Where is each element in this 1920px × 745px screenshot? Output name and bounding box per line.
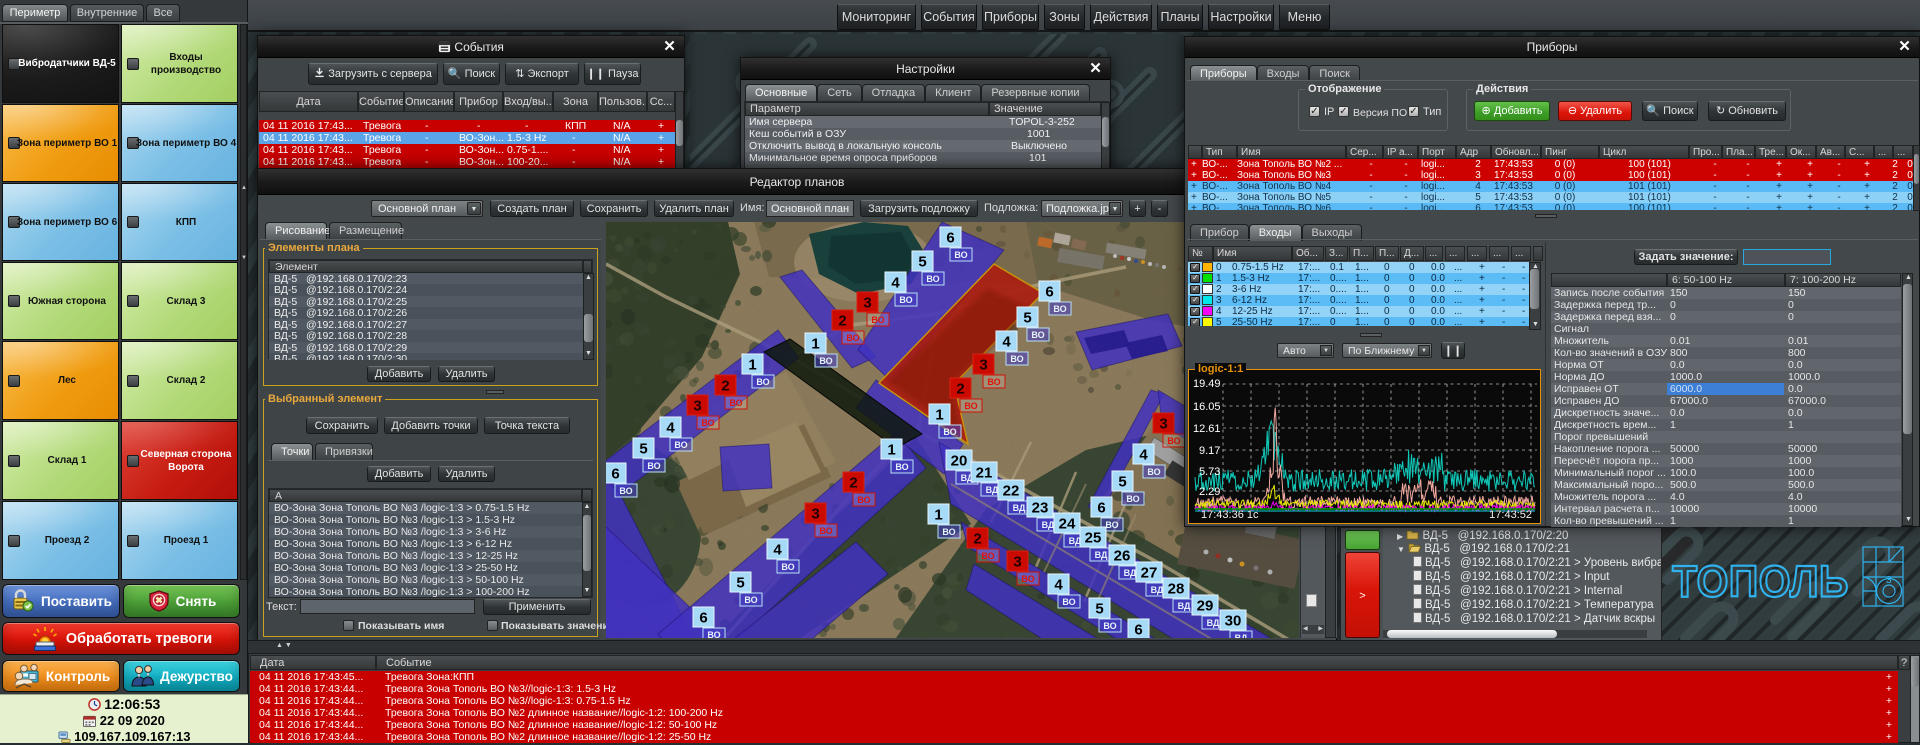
svg-text:ВО: ВО bbox=[871, 315, 884, 325]
svg-text:1: 1 bbox=[934, 507, 942, 524]
svg-text:ВО: ВО bbox=[942, 527, 955, 537]
svg-text:ВД: ВД bbox=[1235, 633, 1248, 638]
svg-text:1: 1 bbox=[935, 407, 943, 424]
svg-text:6: 6 bbox=[946, 230, 954, 247]
svg-text:25: 25 bbox=[1085, 530, 1102, 547]
svg-text:28: 28 bbox=[1168, 581, 1185, 598]
svg-text:ВД: ВД bbox=[1124, 568, 1137, 578]
svg-text:20: 20 bbox=[951, 453, 968, 470]
svg-text:ВО: ВО bbox=[819, 526, 832, 536]
svg-text:4: 4 bbox=[1054, 577, 1063, 594]
svg-text:ВО: ВО bbox=[943, 427, 956, 437]
svg-text:ВО: ВО bbox=[1010, 354, 1023, 364]
svg-text:ВО: ВО bbox=[1031, 330, 1044, 340]
svg-text:ВД: ВД bbox=[1042, 520, 1055, 530]
svg-text:ВД: ВД bbox=[1178, 601, 1191, 611]
svg-text:ВО: ВО bbox=[744, 595, 757, 605]
svg-text:2: 2 bbox=[956, 381, 964, 398]
svg-text:6: 6 bbox=[1045, 284, 1053, 301]
svg-text:2: 2 bbox=[849, 475, 857, 492]
svg-text:3: 3 bbox=[1013, 554, 1021, 571]
svg-text:4: 4 bbox=[1002, 334, 1011, 351]
svg-text:ВО: ВО bbox=[895, 462, 908, 472]
svg-text:ВО: ВО bbox=[1103, 621, 1116, 631]
svg-text:ВО: ВО bbox=[1062, 597, 1075, 607]
svg-text:22: 22 bbox=[1003, 483, 1020, 500]
svg-text:6: 6 bbox=[699, 610, 707, 627]
svg-text:3: 3 bbox=[811, 506, 819, 523]
svg-text:3: 3 bbox=[1159, 416, 1167, 433]
svg-text:ВО: ВО bbox=[674, 440, 687, 450]
svg-text:5: 5 bbox=[1118, 474, 1126, 491]
svg-text:ВО: ВО bbox=[926, 274, 939, 284]
svg-text:3: 3 bbox=[1886, 575, 1892, 586]
svg-text:ВО: ВО bbox=[729, 398, 742, 408]
svg-text:ВО: ВО bbox=[1147, 467, 1160, 477]
svg-text:ВО: ВО bbox=[981, 551, 994, 561]
svg-text:ВД: ВД bbox=[986, 485, 999, 495]
svg-text:ВО: ВО bbox=[1126, 494, 1139, 504]
svg-text:ТОПОЛЬ: ТОПОЛЬ bbox=[1672, 557, 1849, 607]
svg-text:27: 27 bbox=[1141, 565, 1158, 582]
svg-text:5: 5 bbox=[736, 575, 744, 592]
svg-text:ВО: ВО bbox=[647, 461, 660, 471]
svg-text:ВО: ВО bbox=[756, 377, 769, 387]
svg-text:1: 1 bbox=[748, 357, 756, 374]
svg-text:2: 2 bbox=[721, 378, 729, 395]
svg-text:ВО: ВО bbox=[899, 295, 912, 305]
svg-text:6: 6 bbox=[1097, 500, 1105, 517]
svg-text:3: 3 bbox=[863, 295, 871, 312]
svg-text:4: 4 bbox=[1139, 447, 1148, 464]
svg-text:3: 3 bbox=[693, 398, 701, 415]
svg-text:ВО: ВО bbox=[1021, 574, 1034, 584]
svg-text:ВО: ВО bbox=[964, 401, 977, 411]
svg-text:ВО: ВО bbox=[1053, 304, 1066, 314]
svg-text:1: 1 bbox=[887, 442, 895, 459]
svg-text:ВО: ВО bbox=[1105, 520, 1118, 530]
svg-text:4: 4 bbox=[891, 275, 900, 292]
svg-text:3: 3 bbox=[979, 357, 987, 374]
svg-text:ВО: ВО bbox=[846, 333, 859, 343]
svg-text:ВД: ВД bbox=[1095, 550, 1108, 560]
svg-text:1: 1 bbox=[811, 336, 819, 353]
svg-text:5: 5 bbox=[1095, 601, 1103, 618]
svg-text:2: 2 bbox=[838, 313, 846, 330]
svg-text:ВД: ВД bbox=[1151, 585, 1164, 595]
svg-text:ВО: ВО bbox=[781, 562, 794, 572]
svg-text:ВД: ВД bbox=[1207, 618, 1220, 628]
svg-text:23: 23 bbox=[1032, 500, 1049, 517]
svg-text:ВО: ВО bbox=[701, 418, 714, 428]
svg-text:29: 29 bbox=[1197, 598, 1214, 615]
svg-text:21: 21 bbox=[976, 465, 993, 482]
svg-text:24: 24 bbox=[1059, 516, 1076, 533]
svg-text:ВО: ВО bbox=[987, 377, 1000, 387]
svg-text:ВО: ВО bbox=[1167, 436, 1180, 446]
svg-text:6: 6 bbox=[611, 466, 619, 483]
svg-text:ВО: ВО bbox=[707, 630, 720, 638]
svg-text:26: 26 bbox=[1114, 548, 1131, 565]
svg-text:2: 2 bbox=[973, 531, 981, 548]
svg-text:ВО: ВО bbox=[819, 356, 832, 366]
svg-text:6: 6 bbox=[1134, 622, 1142, 639]
svg-text:ВО: ВО bbox=[954, 250, 967, 260]
svg-text:5: 5 bbox=[639, 441, 647, 458]
svg-text:ВО: ВО bbox=[857, 495, 870, 505]
svg-text:ВД: ВД bbox=[1013, 503, 1026, 513]
svg-text:ВО: ВО bbox=[619, 486, 632, 496]
svg-text:5: 5 bbox=[918, 254, 926, 271]
svg-text:4: 4 bbox=[666, 420, 675, 437]
svg-text:4: 4 bbox=[773, 542, 782, 559]
svg-text:30: 30 bbox=[1225, 613, 1242, 630]
svg-text:5: 5 bbox=[1023, 310, 1031, 327]
